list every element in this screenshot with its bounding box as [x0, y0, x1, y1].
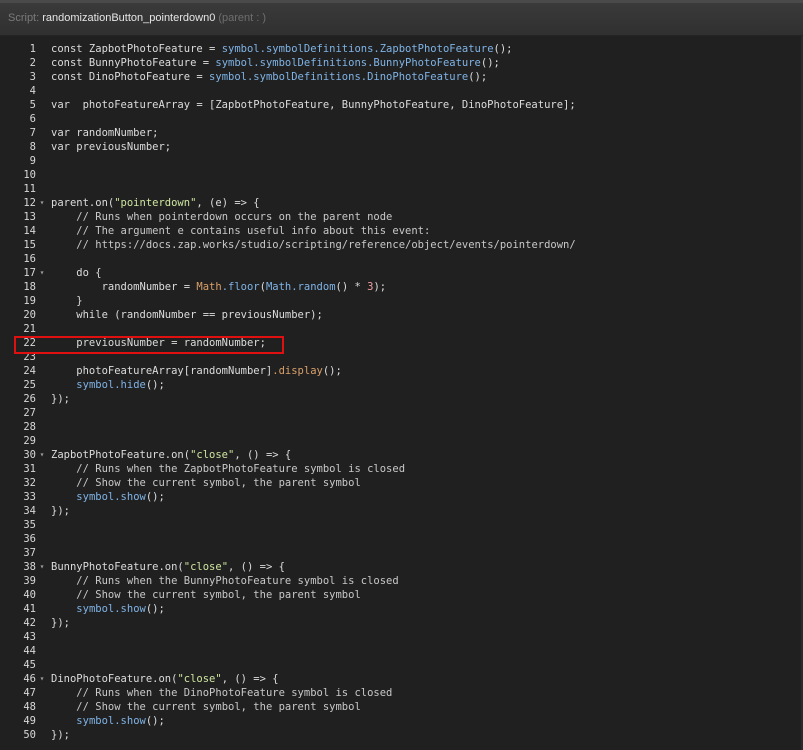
line-number: 42: [23, 617, 36, 629]
script-parent: (parent : ): [218, 12, 267, 24]
code-line[interactable]: });: [51, 504, 70, 518]
chevron-down-icon[interactable]: ▾: [37, 448, 47, 462]
line-number: 33: [23, 491, 36, 503]
line-number: 11: [23, 183, 36, 195]
line-number: 17: [23, 267, 36, 279]
code-line[interactable]: DinoPhotoFeature.on("close", () => {: [51, 672, 279, 686]
line-number: 40: [23, 589, 36, 601]
code-line[interactable]: var photoFeatureArray = [ZapbotPhotoFeat…: [51, 98, 576, 112]
line-number: 24: [23, 365, 36, 377]
code-line[interactable]: // Runs when pointerdown occurs on the p…: [51, 210, 392, 224]
code-line[interactable]: BunnyPhotoFeature.on("close", () => {: [51, 560, 285, 574]
line-number: 15: [23, 239, 36, 251]
code-line[interactable]: // The argument e contains useful info a…: [51, 224, 430, 238]
code-line[interactable]: }: [51, 294, 82, 308]
line-number: 8: [29, 141, 36, 153]
line-number: 37: [23, 547, 36, 559]
line-number: 4: [29, 85, 36, 97]
line-number: 49: [23, 715, 36, 727]
code-line[interactable]: parent.on("pointerdown", (e) => {: [51, 196, 260, 210]
code-line[interactable]: // Runs when the DinoPhotoFeature symbol…: [51, 686, 392, 700]
code-line[interactable]: ZapbotPhotoFeature.on("close", () => {: [51, 448, 291, 462]
line-number: 9: [29, 155, 36, 167]
line-number: 10: [23, 169, 36, 181]
line-number: 43: [23, 631, 36, 643]
line-number: 13: [23, 211, 36, 223]
line-number: 1: [29, 43, 36, 55]
line-number: 32: [23, 477, 36, 489]
line-number: 12: [23, 197, 36, 209]
line-number: 34: [23, 505, 36, 517]
code-line[interactable]: });: [51, 616, 70, 630]
line-number: 47: [23, 687, 36, 699]
code-line[interactable]: const BunnyPhotoFeature = symbol.symbolD…: [51, 56, 500, 70]
line-number: 27: [23, 407, 36, 419]
line-number: 7: [29, 127, 36, 139]
code-line[interactable]: while (randomNumber == previousNumber);: [51, 308, 323, 322]
chevron-down-icon[interactable]: ▾: [37, 196, 47, 210]
code-line[interactable]: const ZapbotPhotoFeature = symbol.symbol…: [51, 42, 512, 56]
code-line[interactable]: var previousNumber;: [51, 140, 171, 154]
line-number: 26: [23, 393, 36, 405]
code-line[interactable]: // https://docs.zap.works/studio/scripti…: [51, 238, 575, 252]
line-number: 38: [23, 561, 36, 573]
line-number: 46: [23, 673, 36, 685]
line-number: 18: [23, 281, 36, 293]
code-line[interactable]: photoFeatureArray[randomNumber].display(…: [51, 364, 342, 378]
line-number: 2: [29, 57, 36, 69]
line-number: 39: [23, 575, 36, 587]
line-number: 41: [23, 603, 36, 615]
line-number: 30: [23, 449, 36, 461]
line-number: 35: [23, 519, 36, 531]
code-line[interactable]: symbol.show();: [51, 714, 165, 728]
line-number: 5: [29, 99, 36, 111]
line-number: 3: [29, 71, 36, 83]
code-line[interactable]: // Runs when the BunnyPhotoFeature symbo…: [51, 574, 398, 588]
highlight-box: [14, 336, 284, 354]
line-number: 19: [23, 295, 36, 307]
chevron-down-icon[interactable]: ▾: [37, 560, 47, 574]
script-header: Script: randomizationButton_pointerdown0…: [0, 0, 803, 36]
code-line[interactable]: symbol.show();: [51, 602, 165, 616]
line-number: 20: [23, 309, 36, 321]
line-number: 21: [23, 323, 36, 335]
line-number: 6: [29, 113, 36, 125]
line-number: 29: [23, 435, 36, 447]
line-number: 48: [23, 701, 36, 713]
code-line[interactable]: });: [51, 728, 70, 742]
line-number: 44: [23, 645, 36, 657]
script-title: Script: randomizationButton_pointerdown0…: [8, 12, 266, 24]
code-line[interactable]: symbol.hide();: [51, 378, 165, 392]
line-number: 16: [23, 253, 36, 265]
chevron-down-icon[interactable]: ▾: [37, 266, 47, 280]
line-number: 50: [23, 729, 36, 741]
script-name: randomizationButton_pointerdown0: [42, 12, 216, 24]
script-label: Script:: [8, 12, 40, 24]
code-line[interactable]: randomNumber = Math.floor(Math.random() …: [51, 280, 387, 294]
line-number: 31: [23, 463, 36, 475]
line-number: 45: [23, 659, 36, 671]
code-line[interactable]: var randomNumber;: [51, 126, 158, 140]
code-line[interactable]: symbol.show();: [51, 490, 165, 504]
code-line[interactable]: // Show the current symbol, the parent s…: [51, 700, 360, 714]
chevron-down-icon[interactable]: ▾: [37, 672, 47, 686]
line-number: 28: [23, 421, 36, 433]
code-line[interactable]: });: [51, 392, 70, 406]
line-number: 36: [23, 533, 36, 545]
code-line[interactable]: // Show the current symbol, the parent s…: [51, 588, 360, 602]
line-number: 25: [23, 379, 36, 391]
code-line[interactable]: do {: [51, 266, 101, 280]
line-number: 14: [23, 225, 36, 237]
code-line[interactable]: const DinoPhotoFeature = symbol.symbolDe…: [51, 70, 487, 84]
code-line[interactable]: // Show the current symbol, the parent s…: [51, 476, 360, 490]
code-editor[interactable]: 1 const ZapbotPhotoFeature = symbol.symbo…: [0, 36, 803, 750]
code-line[interactable]: // Runs when the ZapbotPhotoFeature symb…: [51, 462, 405, 476]
